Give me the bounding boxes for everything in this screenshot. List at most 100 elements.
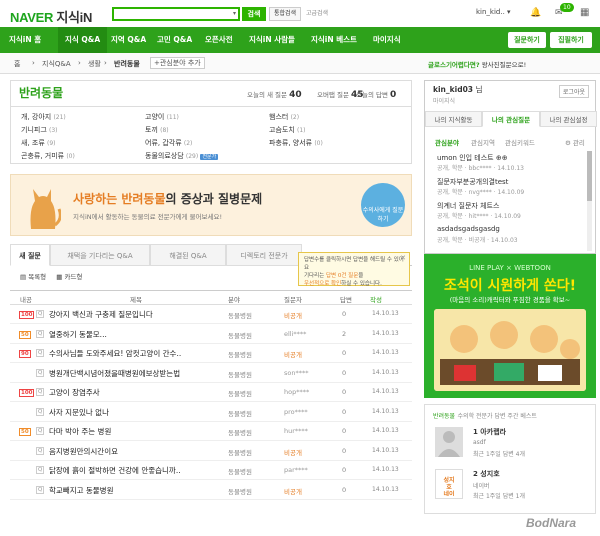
nav-local-qa[interactable]: 지역 Q&A xyxy=(104,27,153,53)
question-category[interactable]: 동물병원 xyxy=(228,310,252,320)
search-button[interactable]: 검색 xyxy=(242,7,266,21)
tab-directory-experts[interactable]: 디렉토리 전문가 xyxy=(226,244,302,266)
answer-count[interactable]: 2 xyxy=(342,330,346,338)
subcat-hamster[interactable]: 햄스터 (2) xyxy=(269,112,299,122)
col-reward[interactable]: 내공 xyxy=(20,294,32,304)
expert-promo-banner[interactable]: 사랑하는 반려동물의 증상과 질병문제 지식iN에서 활동하는 동물의료 전문가… xyxy=(10,174,412,236)
ask-button[interactable]: 질문하기 xyxy=(508,32,546,48)
answer-count[interactable]: 0 xyxy=(342,447,346,455)
subcat-insect[interactable]: 곤충류, 거미류 (0) xyxy=(21,151,75,161)
answer-count[interactable]: 0 xyxy=(342,408,346,416)
tab-new-questions[interactable]: 새 질문 xyxy=(10,244,50,266)
subcat-guineapig[interactable]: 기니피그 (3) xyxy=(21,125,58,135)
logout-button[interactable]: 로그아웃 xyxy=(558,85,589,98)
crumb-home[interactable]: 홈 xyxy=(14,59,20,69)
question-category[interactable]: 동물병원 xyxy=(228,349,252,359)
answer-count[interactable]: 0 xyxy=(342,388,346,396)
subcat-reptile[interactable]: 파충류, 양서류 (0) xyxy=(269,138,323,148)
subcat-fish[interactable]: 어류, 갑각류 (2) xyxy=(145,138,192,148)
grid-menu-icon[interactable]: ▦ xyxy=(580,7,589,18)
col-answers[interactable]: 답변 xyxy=(340,294,352,304)
question-title[interactable]: 수의사님들 도와주세요! 암컷고양이 간수.. xyxy=(49,348,181,359)
crumb-life[interactable]: 생활 xyxy=(88,59,101,69)
question-category[interactable]: 동물병원 xyxy=(228,330,252,340)
question-title[interactable]: 학교빼지고 동물병원 xyxy=(49,485,113,496)
table-row[interactable]: Q 학교빼지고 동물병원 동물병원 비공개 0 14.10.13 xyxy=(10,482,412,500)
question-title[interactable]: 고양이 장염주사 xyxy=(49,387,100,398)
question-category[interactable]: 동물병원 xyxy=(228,466,252,476)
answer-count[interactable]: 0 xyxy=(342,349,346,357)
table-row[interactable]: Q 음지병원만의시간이요 동물병원 비공개 0 14.10.13 xyxy=(10,443,412,461)
answer-count[interactable]: 0 xyxy=(342,486,346,494)
subcat-hedgehog[interactable]: 고슴도치 (1) xyxy=(269,125,306,135)
nav-kin-home[interactable]: 지식iN 홈 xyxy=(2,27,48,53)
interest-question[interactable]: 질문자부분공개의결test xyxy=(437,177,508,187)
sub-interest-field[interactable]: 관심분야 xyxy=(435,137,459,147)
table-row[interactable]: 90 Q 수의사님들 도와주세요! 암컷고양이 간수.. 동물병원 비공개 0 14.10.… xyxy=(10,345,412,363)
panel-user[interactable]: kin_kid03 님 xyxy=(433,84,483,95)
question-title[interactable]: 강아지 백신과 구충제 질문입니다 xyxy=(49,309,153,320)
nav-open-dict[interactable]: 오픈사전 xyxy=(198,27,240,53)
table-row[interactable]: Q 병원개단백시념어졌을때병원에보상받는법 동물병원 son**** 0 14.10.13 xyxy=(10,365,412,383)
sub-interest-region[interactable]: 관심지역 xyxy=(471,137,495,147)
advanced-search-link[interactable]: 고급검색 xyxy=(306,8,328,17)
interest-question[interactable]: asdadsgadsgasdg xyxy=(437,225,500,233)
nav-kin-best[interactable]: 지식iN 베스트 xyxy=(304,27,364,53)
question-title[interactable]: 음지병원만의시간이요 xyxy=(49,446,118,457)
avatar[interactable] xyxy=(435,427,463,457)
interest-question[interactable]: umon 인입 테스트 ⊕⊕ xyxy=(437,153,508,163)
subcat-medical[interactable]: 동물의료상담 (29) 전문가 xyxy=(145,151,219,161)
integrated-search-button[interactable]: 통합검색 xyxy=(269,7,301,21)
answer-count[interactable]: 0 xyxy=(342,427,346,435)
question-title[interactable]: 열중하기 동물모... xyxy=(49,329,107,340)
ask-vet-button[interactable]: 수의사에게 질문하기 xyxy=(361,183,405,227)
table-row[interactable]: Q 사자 지문있나 없나 동물병원 pro**** 0 14.10.13 xyxy=(10,404,412,422)
panel-tab-activity[interactable]: 나의 지식활동 xyxy=(425,111,482,127)
card-view-button[interactable]: ▦ 카드형 xyxy=(56,273,82,281)
table-row[interactable]: Q 닭장에 흙이 절박하면 건강에 안좋습니까.. 동물병원 par**** 0 14.1… xyxy=(10,462,412,480)
question-category[interactable]: 동물병원 xyxy=(228,427,252,437)
crumb-pets[interactable]: 반려동물 xyxy=(114,59,140,69)
subcat-rabbit[interactable]: 토끼 (8) xyxy=(145,125,169,135)
subcat-bird[interactable]: 새, 조류 (9) xyxy=(21,138,56,148)
avatar[interactable]: 성지 호 네이 xyxy=(435,469,463,499)
panel-grade[interactable]: 마이지식 xyxy=(433,96,455,105)
line-notice[interactable]: 글로스기어렵다면? 왕사진질문으로! xyxy=(428,59,526,69)
question-category[interactable]: 동물병원 xyxy=(228,369,252,379)
answer-count[interactable]: 0 xyxy=(342,466,346,474)
question-category[interactable]: 동물병원 xyxy=(228,447,252,457)
nav-my-kin[interactable]: 마이지식 xyxy=(366,27,408,53)
nav-worry-qa[interactable]: 고민 Q&A xyxy=(150,27,199,53)
question-title[interactable]: 병원개단백시념어졌을때병원에보상받는법 xyxy=(49,368,180,379)
add-interest-button[interactable]: +관심분야 추가 xyxy=(150,57,205,69)
table-row[interactable]: 50 Q 다마 박아 주는 병원 동물병원 hur**** 0 14.10.13 xyxy=(10,423,412,441)
question-category[interactable]: 동물병원 xyxy=(228,408,252,418)
panel-scrollbar[interactable] xyxy=(587,151,592,251)
question-title[interactable]: 닭장에 흙이 절박하면 건강에 안좋습니까.. xyxy=(49,465,181,476)
col-date[interactable]: 작성 xyxy=(370,294,382,304)
table-row[interactable]: 100 Q 고양이 장염주사 동물병원 hop**** 0 14.10.13 xyxy=(10,384,412,402)
nav-kin-qa[interactable]: 지식 Q&A xyxy=(58,27,108,53)
sub-interest-keyword[interactable]: 관심키워드 xyxy=(505,137,535,147)
tab-waiting[interactable]: 채택을 기다리는 Q&A xyxy=(50,244,150,266)
table-row[interactable]: 100 Q 강아지 백신과 구충제 질문입니다 동물병원 비공개 0 14.10.13 xyxy=(10,306,412,324)
naver-logo[interactable]: NAVER 지식iN xyxy=(10,7,92,26)
question-category[interactable]: 동물병원 xyxy=(228,388,252,398)
search-input[interactable]: ▾ xyxy=(112,7,240,21)
list-view-button[interactable]: ▤ 목록형 xyxy=(20,273,46,281)
manage-button[interactable]: ⚙ 관리 xyxy=(565,137,585,147)
webtoon-ad-banner[interactable]: LINE PLAY × WEBTOON 조석이 시원하게 쏜다! (마음의 소리… xyxy=(424,254,596,398)
panel-tab-interest-settings[interactable]: 나의 관심설정 xyxy=(540,111,597,127)
crumb-kin-qa[interactable]: 지식Q&A xyxy=(42,59,71,69)
chevron-down-icon[interactable]: ▾ xyxy=(233,10,236,17)
tab-solved[interactable]: 해결된 Q&A xyxy=(150,244,226,266)
table-row[interactable]: 50 Q 열중하기 동물모... 동물병원 elli**** 2 14.10.13 xyxy=(10,326,412,344)
user-menu[interactable]: kin_kid.. ▾ xyxy=(476,8,511,16)
question-title[interactable]: 사자 지문있나 없나 xyxy=(49,407,109,418)
nav-kin-people[interactable]: 지식iN 사람들 xyxy=(242,27,302,53)
bell-icon[interactable]: 🔔 xyxy=(530,8,541,18)
answer-count[interactable]: 0 xyxy=(342,310,346,318)
expert-rank-name[interactable]: 2 성지호 xyxy=(473,469,500,479)
question-title[interactable]: 다마 박아 주는 병원 xyxy=(49,426,111,437)
write-button[interactable]: 집필하기 xyxy=(550,32,592,48)
